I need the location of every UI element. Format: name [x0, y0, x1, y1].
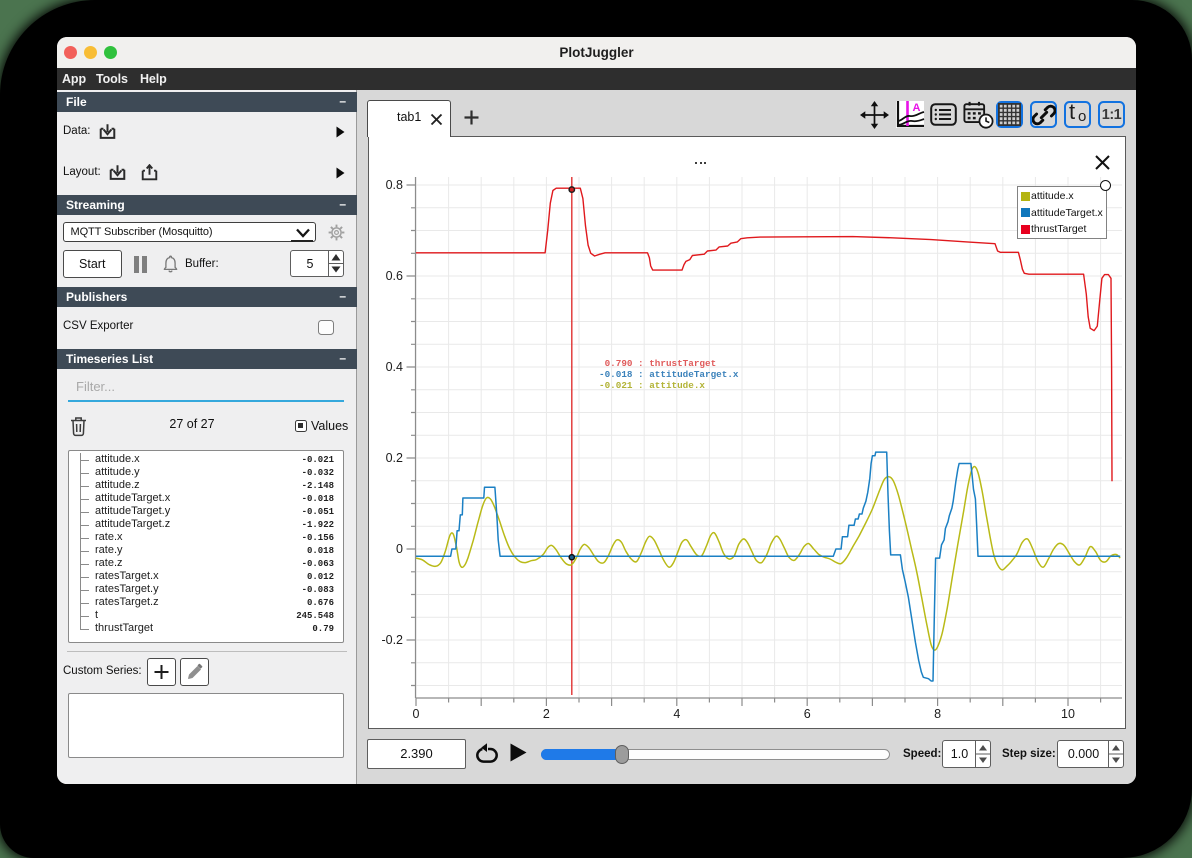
svg-text:0.8: 0.8 — [386, 178, 403, 192]
svg-text:2: 2 — [543, 707, 550, 721]
svg-text:0: 0 — [413, 707, 420, 721]
svg-text:6: 6 — [804, 707, 811, 721]
svg-text:4: 4 — [673, 707, 680, 721]
svg-text:-0.2: -0.2 — [381, 633, 403, 647]
svg-text:10: 10 — [1061, 707, 1075, 721]
svg-text:0.6: 0.6 — [386, 269, 403, 283]
svg-text:0: 0 — [396, 542, 403, 556]
svg-text:8: 8 — [934, 707, 941, 721]
svg-text:0.4: 0.4 — [386, 360, 403, 374]
svg-text:A: A — [913, 102, 921, 114]
svg-text:0.2: 0.2 — [386, 451, 403, 465]
